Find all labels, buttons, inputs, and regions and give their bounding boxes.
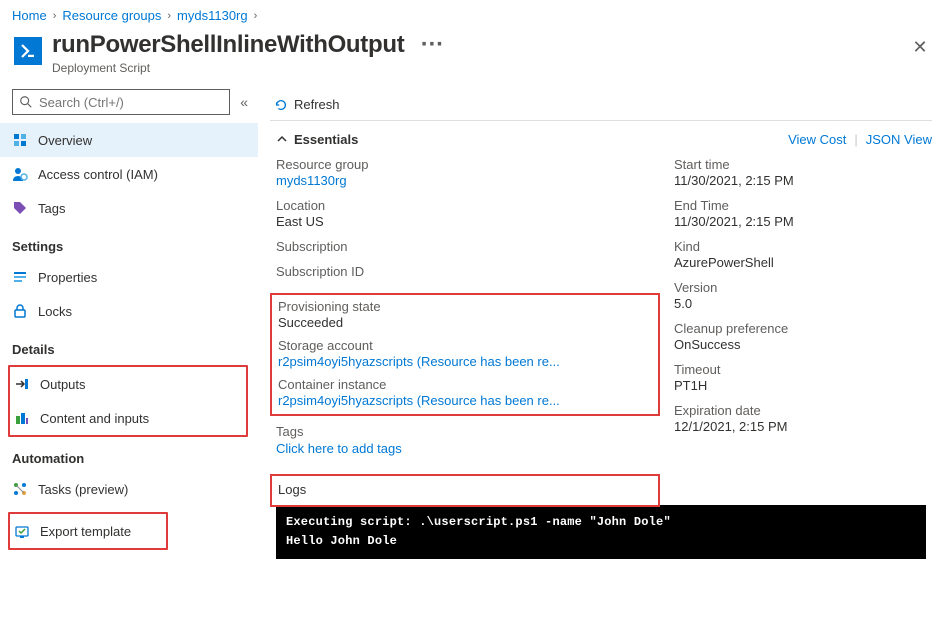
outputs-icon <box>14 376 30 392</box>
field-resource-group: Resource group myds1130rg <box>270 157 660 188</box>
search-input[interactable] <box>39 95 223 110</box>
highlight-export: Export template <box>8 512 168 550</box>
field-subscription-id: Subscription ID <box>270 264 660 279</box>
sidebar-item-label: Access control (IAM) <box>38 167 158 182</box>
sidebar-item-content[interactable]: Content and inputs <box>10 401 246 435</box>
sidebar-item-locks[interactable]: Locks <box>0 294 258 328</box>
more-actions-button[interactable]: ··· <box>421 31 444 58</box>
sidebar-section-settings: Settings <box>0 225 258 260</box>
breadcrumb-group[interactable]: myds1130rg <box>177 8 248 23</box>
field-start-time: Start time 11/30/2021, 2:15 PM <box>668 157 932 188</box>
sidebar-item-outputs[interactable]: Outputs <box>10 367 246 401</box>
field-timeout: Timeout PT1H <box>668 362 932 393</box>
page-subtitle: Deployment Script <box>52 61 932 75</box>
person-icon <box>12 166 28 182</box>
sidebar-item-export[interactable]: Export template <box>10 514 166 548</box>
field-version: Version 5.0 <box>668 280 932 311</box>
sidebar-item-overview[interactable]: Overview <box>0 123 258 157</box>
sidebar-section-details: Details <box>0 328 258 363</box>
overview-icon <box>12 132 28 148</box>
field-location: Location East US <box>270 198 660 229</box>
search-icon <box>19 95 33 109</box>
logs-terminal-container: Executing script: .\userscript.ps1 -name… <box>276 505 926 559</box>
sidebar-item-label: Locks <box>38 304 72 319</box>
field-storage-account: Storage account r2psim4oyi5hyazscripts (… <box>272 338 656 369</box>
refresh-button[interactable]: Refresh <box>274 97 340 112</box>
log-line: Executing script: .\userscript.ps1 -name… <box>286 513 916 532</box>
field-subscription: Subscription <box>270 239 660 254</box>
essentials-grid: Resource group myds1130rg Location East … <box>270 157 932 507</box>
sidebar-item-tasks[interactable]: Tasks (preview) <box>0 472 258 506</box>
chevron-right-icon: › <box>53 10 57 22</box>
log-line: Hello John Dole <box>286 532 916 551</box>
sidebar-item-label: Tasks (preview) <box>38 482 128 497</box>
field-container-instance: Container instance r2psim4oyi5hyazscript… <box>272 377 656 408</box>
logs-section: Logs <box>270 474 660 507</box>
field-kind: Kind AzurePowerShell <box>668 239 932 270</box>
sidebar-item-iam[interactable]: Access control (IAM) <box>0 157 258 191</box>
json-view-link[interactable]: JSON View <box>866 132 932 147</box>
sidebar-item-label: Content and inputs <box>40 411 149 426</box>
sidebar-item-label: Export template <box>40 524 131 539</box>
essentials-header: Essentials View Cost | JSON View <box>270 121 932 157</box>
chevron-right-icon: › <box>254 10 258 22</box>
sidebar-item-label: Properties <box>38 270 97 285</box>
tag-icon <box>12 200 28 216</box>
field-end-time: End Time 11/30/2021, 2:15 PM <box>668 198 932 229</box>
sidebar-item-tags[interactable]: Tags <box>0 191 258 225</box>
highlight-provisioning: Provisioning state Succeeded Storage acc… <box>270 293 660 416</box>
storage-account-link[interactable]: r2psim4oyi5hyazscripts (Resource has bee… <box>278 354 568 369</box>
breadcrumb-resource-groups[interactable]: Resource groups <box>62 8 161 23</box>
search-box[interactable] <box>12 89 230 115</box>
sidebar: « Overview Access control (IAM) Tags Set… <box>0 85 258 639</box>
sidebar-item-label: Overview <box>38 133 92 148</box>
logs-terminal: Executing script: .\userscript.ps1 -name… <box>276 505 926 559</box>
export-template-icon <box>14 523 30 539</box>
field-provisioning-state: Provisioning state Succeeded <box>272 299 656 330</box>
main-content: Refresh Essentials View Cost | JSON View… <box>258 85 946 639</box>
refresh-label: Refresh <box>294 97 340 112</box>
essentials-toggle[interactable]: Essentials <box>270 132 358 147</box>
container-instance-link[interactable]: r2psim4oyi5hyazscripts (Resource has bee… <box>278 393 568 408</box>
field-expiration: Expiration date 12/1/2021, 2:15 PM <box>668 403 932 434</box>
toolbar: Refresh <box>270 89 932 121</box>
content-icon <box>14 410 30 426</box>
essentials-title: Essentials <box>294 132 358 147</box>
chevron-right-icon: › <box>167 10 171 22</box>
refresh-icon <box>274 98 288 112</box>
sidebar-section-automation: Automation <box>0 437 258 472</box>
breadcrumb: Home › Resource groups › myds1130rg › <box>0 0 946 27</box>
deployment-script-icon <box>14 37 42 65</box>
tasks-icon <box>12 481 28 497</box>
page-title: runPowerShellInlineWithOutput <box>52 31 404 58</box>
breadcrumb-home[interactable]: Home <box>12 8 47 23</box>
properties-icon <box>12 269 28 285</box>
sidebar-item-label: Tags <box>38 201 65 216</box>
sidebar-item-label: Outputs <box>40 377 86 392</box>
highlight-details: Outputs Content and inputs <box>8 365 248 437</box>
close-button[interactable]: ✕ <box>908 35 932 59</box>
collapse-sidebar-button[interactable]: « <box>240 94 248 110</box>
chevron-up-icon <box>276 133 288 145</box>
tags-row: Tags Click here to add tags <box>270 424 660 456</box>
field-cleanup: Cleanup preference OnSuccess <box>668 321 932 352</box>
add-tags-link[interactable]: Click here to add tags <box>276 441 660 456</box>
sidebar-item-properties[interactable]: Properties <box>0 260 258 294</box>
resource-group-link[interactable]: myds1130rg <box>276 173 660 188</box>
logs-title: Logs <box>272 476 658 505</box>
view-cost-link[interactable]: View Cost <box>788 132 846 147</box>
separator: | <box>854 132 857 147</box>
lock-icon <box>12 303 28 319</box>
page-header: runPowerShellInlineWithOutput ··· Deploy… <box>0 27 946 85</box>
